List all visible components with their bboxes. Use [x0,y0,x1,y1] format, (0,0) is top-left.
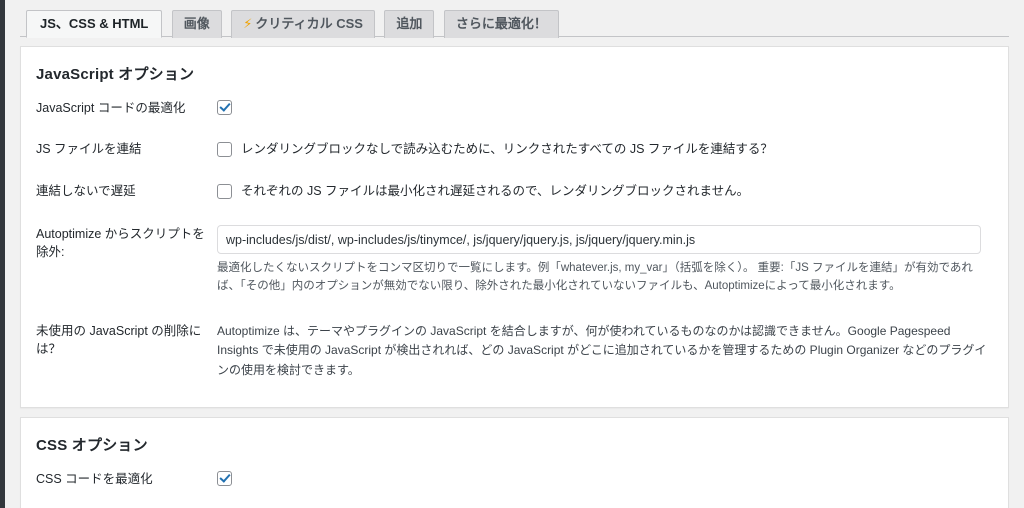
bolt-icon: ⚡ [243,16,253,31]
settings-page: JS、CSS & HTML 画像 ⚡ クリティカル CSS 追加 さらに最適化！ … [5,0,1024,508]
tab-label: 画像 [183,16,210,31]
panel-title-css: CSS オプション [36,437,148,455]
row-defer-not-aggregate: 連結しないで遅延 それぞれの JS ファイルは最小化され遅延されるので、レンダリ… [21,171,1008,213]
defer-not-aggregate-checkbox[interactable] [217,183,232,199]
css-options-table: CSS コードを最適化 CSS ファイルを連結 すべてのリンク型の CSS ファ… [21,459,1008,508]
tab-label: クリティカル CSS [255,16,363,31]
row-aggregate-css: CSS ファイルを連結 すべてのリンク型の CSS ファイルを連結します。このオ… [21,500,1008,508]
aggregate-js-checkbox[interactable] [217,141,232,157]
tab-extra[interactable]: 追加 [384,10,435,38]
row-optimize-js: JavaScript コードの最適化 [21,88,1008,129]
javascript-options-table: JavaScript コードの最適化 JS ファイルを連結 レンダリングブロック… [21,88,1008,393]
row-optimize-css: CSS コードを最適化 [21,459,1008,500]
optimize-js-checkbox[interactable] [217,100,232,115]
row-label: JavaScript コードの最適化 [36,101,186,115]
remove-unused-js-text: Autoptimize は、テーマやプラグインの JavaScript を結合し… [217,323,987,377]
row-label: 連結しないで遅延 [36,183,136,198]
tab-critical-css[interactable]: ⚡ クリティカル CSS [231,10,375,38]
css-options-panel: CSS オプション CSS コードを最適化 CSS ファイルを連結 すべてのリン… [20,417,1009,508]
tab-label: JS、CSS & HTML [40,16,149,31]
tab-images[interactable]: 画像 [171,10,222,38]
tab-label: さらに最適化！ [455,16,547,31]
row-label: JS ファイルを連結 [36,141,142,156]
panel-title-javascript: JavaScript オプション [36,66,195,83]
tab-label: 追加 [396,16,423,31]
aggregate-js-label: レンダリングブロックなしで読み込むために、リンクされたすべての JS ファイルを… [241,141,773,156]
defer-not-aggregate-label: それぞれの JS ファイルは最小化され遅延されるので、レンダリングブロックされま… [241,183,750,198]
row-label: 未使用の JavaScript の削除には？ [36,323,202,356]
row-label: CSS コードを最適化 [36,472,153,487]
javascript-options-panel: JavaScript オプション JavaScript コードの最適化 JS フ… [20,46,1009,409]
row-aggregate-js: JS ファイルを連結 レンダリングブロックなしで読み込むために、リンクされたすべ… [21,129,1008,171]
row-remove-unused-js: 未使用の JavaScript の削除には？ Autoptimize は、テーマ… [21,309,1008,393]
exclude-scripts-description: 最適化したくないスクリプトをコンマ区切りで一覧にします。例「whatever.j… [217,262,973,293]
row-label: Autoptimize からスクリプトを除外: [36,227,205,260]
row-label: CSS ファイルを連結 [21,500,217,508]
optimize-css-checkbox[interactable] [217,471,232,487]
row-exclude-scripts: Autoptimize からスクリプトを除外: 最適化したくないスクリプトをコン… [21,212,1008,309]
tab-js-css-html[interactable]: JS、CSS & HTML [26,10,163,38]
exclude-scripts-input[interactable] [217,225,981,255]
tab-optimize-more[interactable]: さらに最適化！ [443,10,559,38]
settings-tab-bar: JS、CSS & HTML 画像 ⚡ クリティカル CSS 追加 さらに最適化！ [20,9,1009,38]
